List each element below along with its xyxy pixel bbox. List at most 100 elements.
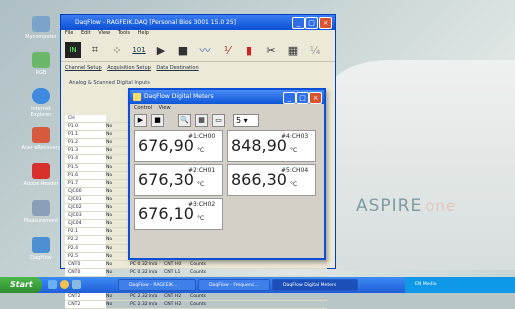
ie-icon: [32, 88, 50, 104]
meters-close-button[interactable]: ×: [309, 92, 322, 104]
desktop-icon-rgb[interactable]: RGB: [20, 52, 62, 76]
table-cell-ch: P1.2: [65, 139, 106, 147]
table-cell-name: CNT H2: [164, 302, 182, 308]
minimize-button[interactable]: _: [292, 17, 305, 29]
scatter-icon[interactable]: ⁘: [109, 42, 125, 58]
table-cell-ch: P2.1: [65, 228, 106, 236]
menu-control[interactable]: Control: [134, 105, 152, 111]
table-cell-ch: P1.3: [65, 147, 106, 155]
meter-ch01: 676,30 #2:CH01 °C: [134, 164, 223, 196]
brand-logo: ASPIRE one: [356, 196, 457, 216]
media-icon[interactable]: [72, 280, 81, 289]
table-cell-name: CNT L1: [164, 269, 181, 275]
main-menubar: File Edit View Tools Help: [61, 30, 335, 39]
desktop-icon-erecovery[interactable]: Acer eRecovery: [20, 127, 62, 151]
table-cell-en: No: [106, 237, 113, 243]
menu-view[interactable]: View: [98, 30, 110, 36]
meter-unit: °C: [290, 181, 298, 188]
main-window-titlebar[interactable]: DaqFlow - RAGFEIK.DAQ [Personal Bios 300…: [61, 15, 335, 30]
chart-icon[interactable]: 〰: [197, 42, 213, 58]
show-desktop-icon[interactable]: [48, 280, 57, 289]
system-tray: EN Media: [405, 277, 515, 293]
meter-unit: °C: [197, 181, 205, 188]
table-cell-ch: CNT2: [65, 293, 106, 301]
table-cell-type: PC 2.32 L: [130, 294, 150, 300]
table-cell-ch: P1.0: [65, 123, 106, 131]
table-cell-name: CNT H0: [164, 261, 182, 267]
table-cell-type: PC 0.32 H: [130, 269, 150, 275]
table-row[interactable]: CNT2 No PC 2.32 Ln/a CNT H2 Counts: [65, 293, 327, 302]
network-icon[interactable]: ⌗: [87, 42, 103, 58]
help-icon[interactable]: ¼: [307, 42, 323, 58]
table-cell-unit: Counts: [190, 302, 207, 308]
table-cell-ch: CJC00: [65, 187, 106, 195]
meters-minimize-button[interactable]: _: [283, 92, 296, 104]
grid-icon[interactable]: ▦: [195, 113, 208, 127]
bar-icon[interactable]: ▮: [241, 42, 257, 58]
menu-tools[interactable]: Tools: [118, 30, 130, 36]
counter-icon[interactable]: 101: [131, 42, 147, 58]
refresh-select[interactable]: 5 ▾: [233, 113, 259, 127]
menu-edit[interactable]: Edit: [81, 30, 91, 36]
desktop-icon-measurement[interactable]: Measurement: [20, 200, 62, 224]
stop-icon[interactable]: ■: [151, 113, 164, 127]
browser-icon[interactable]: [60, 280, 69, 289]
table-cell-ch: P2.2: [65, 236, 106, 244]
daq-icon[interactable]: IN: [65, 42, 81, 58]
tab-acquisition-setup[interactable]: Acquisition Setup: [107, 65, 151, 71]
table-cell-ch: CNT2: [65, 301, 106, 309]
table-cell-ch: P1.6: [65, 171, 106, 179]
window-icon[interactable]: ▭: [212, 113, 225, 127]
task-daqflow-frequency[interactable]: DaqFlow - Frequenc...: [198, 279, 270, 291]
table-cell-en: No: [106, 294, 113, 300]
table-cell-ch: CNT0: [65, 260, 106, 268]
table-cell-en: No: [106, 205, 113, 211]
table-row[interactable]: CNT2No PC 2.32 Hn/a CNT H2 Counts: [65, 301, 327, 309]
table-cell-range: n/a: [150, 269, 158, 275]
table-cell-range: n/a: [150, 294, 158, 300]
table-cell-en: No: [106, 172, 113, 178]
tab-channel-setup[interactable]: Channel Setup: [65, 65, 102, 71]
desktop-icon-daqflow[interactable]: DaqFlow: [20, 237, 62, 261]
meters-toolbar: ▶ ■ 🔍 ▦ ▭ 5 ▾: [130, 112, 324, 128]
desktop-icon-internet-explorer[interactable]: Internet Explorer: [20, 88, 62, 118]
meters-titlebar[interactable]: DaqFlow Digital Meters _ □ ×: [130, 90, 324, 104]
play-icon[interactable]: ▶: [153, 42, 169, 58]
table-cell-unit: Counts: [190, 261, 207, 267]
measurement-icon: [32, 200, 50, 216]
recycle-icon: [32, 52, 50, 68]
meter-app-icon: [133, 93, 141, 101]
table-cell-en: No: [106, 253, 113, 259]
table-cell-ch: CJC01: [65, 195, 106, 204]
table-cell-en: No: [106, 156, 113, 162]
table-row[interactable]: CNT0No PC 0.32 Hn/a CNT L1 Counts: [65, 268, 327, 277]
table-row[interactable]: CNT0 No PC 0.32 En/a CNT H0 Counts: [65, 260, 327, 269]
maximize-button[interactable]: □: [305, 17, 318, 29]
table-cell-type: PC 2.32 H: [130, 302, 150, 308]
menu-file[interactable]: File: [65, 30, 73, 36]
table-icon[interactable]: ▦: [285, 42, 301, 58]
desktop-icon-mycomputer[interactable]: Mycomputer: [20, 16, 62, 40]
computer-icon: [32, 16, 50, 32]
table-cell-unit: Counts: [190, 294, 207, 300]
meters-maximize-button[interactable]: □: [296, 92, 309, 104]
start-button[interactable]: Start: [0, 277, 42, 293]
desktop-icon-adobe-reader[interactable]: Adobe Reader: [20, 163, 62, 187]
meter-icon[interactable]: ⅟: [219, 42, 235, 58]
stop-icon[interactable]: ■: [175, 42, 191, 58]
tab-data-destination[interactable]: Data Destination: [156, 65, 198, 71]
table-cell-ch: CJC04: [65, 220, 106, 228]
task-digital-meters[interactable]: DaqFlow Digital Meters: [272, 279, 358, 291]
recovery-icon: [32, 127, 50, 143]
table-cell-en: No: [106, 140, 113, 146]
search-icon[interactable]: 🔍: [178, 113, 191, 127]
play-icon[interactable]: ▶: [134, 113, 147, 127]
settings-icon[interactable]: ✂: [263, 42, 279, 58]
menu-view[interactable]: View: [159, 105, 171, 111]
table-cell-name: CNT H2: [164, 294, 182, 300]
table-cell-ch: P1.5: [65, 163, 106, 171]
task-daqflow-main[interactable]: DaqFlow - RAGFEIK...: [118, 279, 196, 291]
close-button[interactable]: ×: [319, 17, 332, 29]
table-cell-en: No: [106, 261, 113, 267]
menu-help[interactable]: Help: [138, 30, 149, 36]
